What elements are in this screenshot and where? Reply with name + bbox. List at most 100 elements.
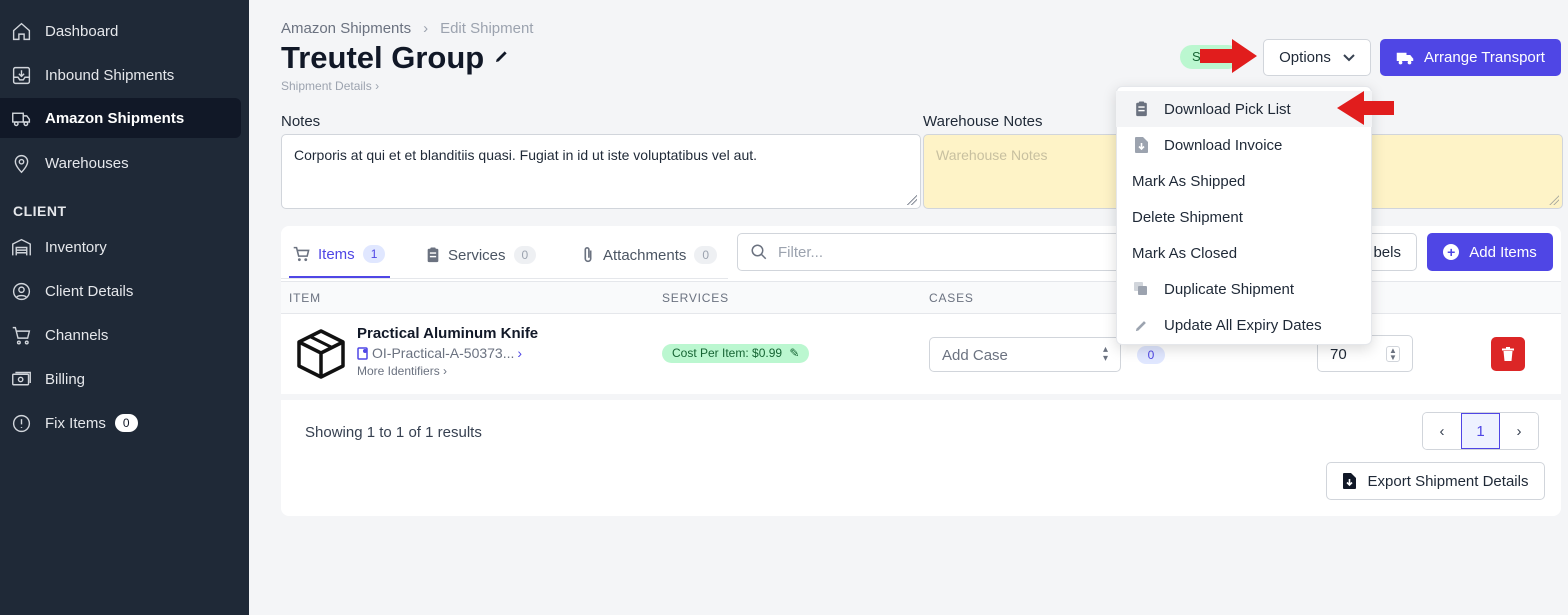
tab-services[interactable]: Services 0 <box>426 232 537 278</box>
sidebar-item-billing[interactable]: Billing <box>0 359 241 399</box>
column-header-services: SERVICES <box>662 291 729 305</box>
add-items-button[interactable]: + Add Items <box>1427 233 1553 271</box>
chevron-right-icon: › <box>443 364 448 378</box>
case-count-badge: 0 <box>1137 346 1165 364</box>
chevron-right-icon: › <box>517 345 523 361</box>
export-label: Export Shipment Details <box>1367 472 1529 490</box>
sidebar-item-fix-items[interactable]: Fix Items 0 <box>0 403 241 443</box>
filter-input[interactable]: Filter... <box>737 233 1157 271</box>
results-from: 1 <box>366 424 376 441</box>
more-identifiers-label: More Identifiers <box>357 364 440 378</box>
next-page-button[interactable]: › <box>1500 413 1538 449</box>
menu-item-download-invoice[interactable]: Download Invoice <box>1116 127 1372 163</box>
sidebar-item-dashboard[interactable]: Dashboard <box>0 11 241 51</box>
service-badge-text: Cost Per Item: $0.99 <box>672 346 783 360</box>
page-button-1[interactable]: 1 <box>1461 413 1500 449</box>
paperclip-icon <box>584 247 592 263</box>
more-identifiers-link[interactable]: More Identifiers › <box>357 364 447 378</box>
add-items-label: Add Items <box>1469 243 1537 261</box>
clipboard-icon <box>427 247 439 263</box>
chevron-down-icon <box>1343 53 1355 61</box>
resize-handle-icon[interactable] <box>907 195 917 205</box>
sidebar-item-inventory[interactable]: Inventory <box>0 227 241 267</box>
sidebar-item-label: Fix Items <box>45 414 106 432</box>
clipboard-icon <box>1132 100 1150 118</box>
labels-button-label: bels <box>1373 243 1401 261</box>
sidebar-item-label: Inventory <box>45 238 107 256</box>
breadcrumb: Amazon Shipments › Edit Shipment <box>281 20 533 37</box>
menu-item-label: Mark As Closed <box>1132 244 1238 262</box>
arrange-transport-button[interactable]: Arrange Transport <box>1380 39 1561 76</box>
money-icon <box>10 368 32 390</box>
resize-handle-icon[interactable] <box>1549 195 1559 205</box>
chevron-left-icon: ‹ <box>1439 422 1445 440</box>
results-to: 1 <box>395 424 405 441</box>
notes-textarea[interactable]: Corporis at qui et et blanditiis quasi. … <box>281 134 921 209</box>
notes-label: Notes <box>281 113 321 130</box>
sidebar-item-label: Amazon Shipments <box>45 109 185 127</box>
options-label: Options <box>1279 49 1331 66</box>
tab-items[interactable]: Items 1 <box>289 232 390 278</box>
file-download-icon <box>1132 136 1150 154</box>
trash-icon <box>1502 347 1514 361</box>
tab-services-count: 0 <box>513 246 537 264</box>
sidebar-item-warehouses[interactable]: Warehouses <box>0 143 241 183</box>
menu-item-mark-as-closed[interactable]: Mark As Closed <box>1116 235 1372 271</box>
arrange-transport-label: Arrange Transport <box>1424 49 1545 66</box>
home-icon <box>10 20 32 42</box>
sidebar-item-client-details[interactable]: Client Details <box>0 271 241 311</box>
item-sku[interactable]: OI-Practical-A-50373... › <box>357 345 522 361</box>
inbox-icon <box>10 64 32 86</box>
results-word: results <box>437 424 482 441</box>
user-circle-icon <box>10 280 32 302</box>
annotation-arrow-icon <box>1200 39 1257 73</box>
sidebar-item-channels[interactable]: Channels <box>0 315 241 355</box>
menu-item-delete-shipment[interactable]: Delete Shipment <box>1116 199 1372 235</box>
sidebar-item-label: Dashboard <box>45 22 119 40</box>
results-of-word: of <box>408 424 421 441</box>
row-divider <box>281 394 1561 400</box>
previous-page-button[interactable]: ‹ <box>1423 413 1461 449</box>
breadcrumb-edit-shipment: Edit Shipment <box>440 20 534 37</box>
breadcrumb-amazon-shipments[interactable]: Amazon Shipments <box>281 20 411 37</box>
chevron-right-icon: › <box>375 79 380 93</box>
menu-item-label: Update All Expiry Dates <box>1164 316 1322 334</box>
menu-item-label: Download Invoice <box>1164 136 1283 154</box>
tab-items-label: Items <box>318 245 355 263</box>
results-total: 1 <box>425 424 434 441</box>
service-badge[interactable]: Cost Per Item: $0.99 ✎ <box>662 344 810 363</box>
warehouse-notes-placeholder: Warehouse Notes <box>936 147 1048 163</box>
cart-icon <box>10 324 32 346</box>
truck-icon <box>1396 52 1414 64</box>
export-shipment-details-button[interactable]: Export Shipment Details <box>1326 462 1545 500</box>
page-title: Treutel Group <box>281 40 510 76</box>
delete-button[interactable] <box>1491 337 1525 371</box>
filter-placeholder: Filter... <box>778 243 824 261</box>
menu-item-label: Delete Shipment <box>1132 208 1243 226</box>
tab-attachments[interactable]: Attachments 0 <box>581 232 718 278</box>
shipment-details-link[interactable]: Shipment Details › <box>281 79 379 93</box>
page-title-text: Treutel Group <box>281 40 485 75</box>
alert-icon <box>10 412 32 434</box>
package-icon <box>297 329 345 379</box>
menu-item-duplicate-shipment[interactable]: Duplicate Shipment <box>1116 271 1372 307</box>
quantity-value: 70 <box>1330 346 1347 363</box>
quantity-stepper[interactable]: ▲ ▼ <box>1386 346 1400 362</box>
column-header-cases: CASES <box>929 291 974 305</box>
copy-icon <box>1132 280 1150 298</box>
pencil-icon: ✎ <box>789 346 800 360</box>
menu-item-label: Duplicate Shipment <box>1164 280 1295 298</box>
menu-item-label: Download Pick List <box>1164 100 1291 118</box>
amazon-tag-icon <box>357 346 368 360</box>
sidebar-item-amazon-shipments[interactable]: Amazon Shipments <box>0 98 241 138</box>
truck-icon <box>10 107 32 129</box>
menu-item-update-all-expiry-dates[interactable]: Update All Expiry Dates <box>1116 307 1372 343</box>
menu-item-download-pick-list[interactable]: Download Pick List <box>1116 91 1372 127</box>
menu-item-mark-as-shipped[interactable]: Mark As Shipped <box>1116 163 1372 199</box>
options-button[interactable]: Options <box>1263 39 1371 76</box>
pencil-icon[interactable] <box>494 48 510 69</box>
tab-divider <box>281 278 728 279</box>
sidebar-item-inbound-shipments[interactable]: Inbound Shipments <box>0 55 241 95</box>
add-case-select[interactable]: Add Case ▴ ▾ <box>929 337 1121 372</box>
item-name[interactable]: Practical Aluminum Knife <box>357 325 538 342</box>
